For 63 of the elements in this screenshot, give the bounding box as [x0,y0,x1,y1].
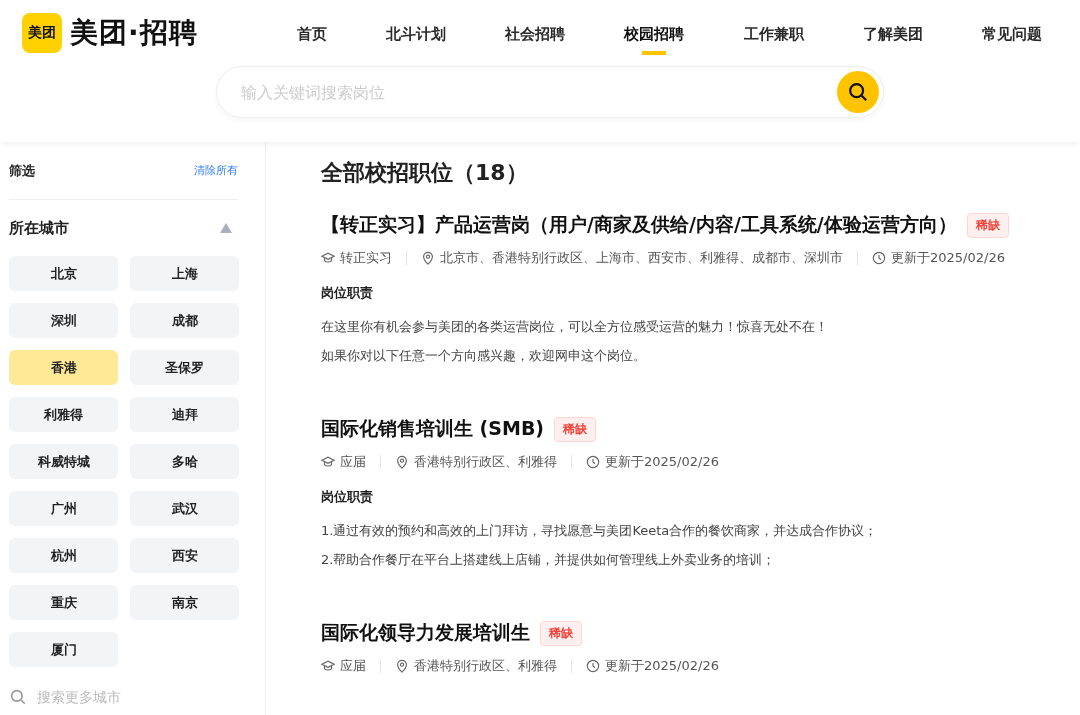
city-chip[interactable]: 北京 [9,256,118,291]
graduation-cap-icon [321,455,335,469]
clock-icon [586,455,600,469]
nav-tab[interactable]: 工作兼职 [743,9,804,57]
section-title: 所在城市 [9,218,69,238]
job-title-link[interactable]: 【转正实习】产品运营岗（用户/商家及供给/内容/工具系统/体验运营方向） [321,212,957,238]
city-chip[interactable]: 香港 [9,350,118,385]
duty-label: 岗位职责 [321,284,374,302]
scarce-tag: 稀缺 [554,416,597,442]
update-date: 更新于2025/02/26 [605,454,719,470]
location-pin-icon [421,251,435,265]
job-type: 应届 [340,454,366,470]
location-pin-icon [395,659,409,673]
scarce-tag: 稀缺 [540,620,582,646]
duty-text: 2.帮助合作餐厅在平台上搭建线上店铺，并提供如何管理线上外卖业务的培训； [321,551,777,569]
city-chip[interactable]: 上海 [130,256,239,291]
city-chip[interactable]: 广州 [9,491,118,526]
nav-tab[interactable]: 了解美团 [862,9,923,57]
nav-tab[interactable]: 北斗计划 [386,9,447,57]
clear-all-link[interactable]: 清除所有 [194,163,238,178]
filter-title: 筛选 [9,161,35,180]
city-chip[interactable]: 迪拜 [130,397,239,432]
city-chip[interactable]: 南京 [130,585,239,620]
duty-label: 岗位职责 [321,488,374,506]
search-icon [9,687,27,706]
job-title-link[interactable]: 国际化销售培训生 (SMB) [321,416,545,442]
duty-text: 1.通过有效的预约和高效的上门拜访，寻找愿意与美团Keeta合作的餐饮商家，并达成合作协议； [321,522,879,540]
job-type: 应届 [340,658,366,674]
clock-icon [872,251,886,265]
nav-tab[interactable]: 首页 [297,9,327,57]
job-locations: 香港特别行政区、利雅得 [414,454,557,470]
graduation-cap-icon [321,659,335,673]
update-date: 更新于2025/02/26 [605,658,719,674]
clock-icon [586,659,600,673]
job-title-link[interactable]: 国际化领导力发展培训生 [321,620,530,646]
duty-text: 如果你对以下任意一个方向感兴趣，欢迎网申这个岗位。 [321,347,647,365]
city-chip[interactable]: 深圳 [9,303,118,338]
job-type: 转正实习 [340,250,392,266]
city-chip[interactable]: 利雅得 [9,397,118,432]
city-chip[interactable]: 圣保罗 [130,350,239,385]
city-chip[interactable]: 重庆 [9,585,118,620]
city-chip[interactable]: 厦门 [9,632,118,667]
page-heading: 全部校招职位（18） [321,159,529,187]
logo-mark[interactable]: 美团 [22,13,62,53]
city-search-field[interactable]: 搜索更多城市 [9,675,238,715]
city-chip[interactable]: 西安 [130,538,239,573]
city-chip[interactable]: 武汉 [130,491,239,526]
job-locations: 北京市、香港特别行政区、上海市、西安市、利雅得、成都市、深圳市 [440,250,843,266]
nav-tab[interactable]: 常见问题 [981,9,1042,57]
city-chip[interactable]: 科威特城 [9,444,118,479]
nav-tab[interactable]: 社会招聘 [505,9,566,57]
logo-text: 美团·招聘 [70,15,198,51]
city-chip[interactable]: 成都 [130,303,239,338]
job-locations: 香港特别行政区、利雅得 [414,658,557,674]
search-button[interactable] [837,71,879,113]
search-icon [847,81,869,103]
city-chip[interactable]: 杭州 [9,538,118,573]
update-date: 更新于2025/02/26 [891,250,1005,266]
scarce-tag: 稀缺 [966,212,1009,238]
duty-text: 在这里你有机会参与美团的各类运营岗位，可以全方位感受运营的魅力！惊喜无处不在！ [321,318,829,336]
graduation-cap-icon [321,251,335,265]
city-chip[interactable]: 多哈 [130,444,239,479]
location-pin-icon [395,455,409,469]
